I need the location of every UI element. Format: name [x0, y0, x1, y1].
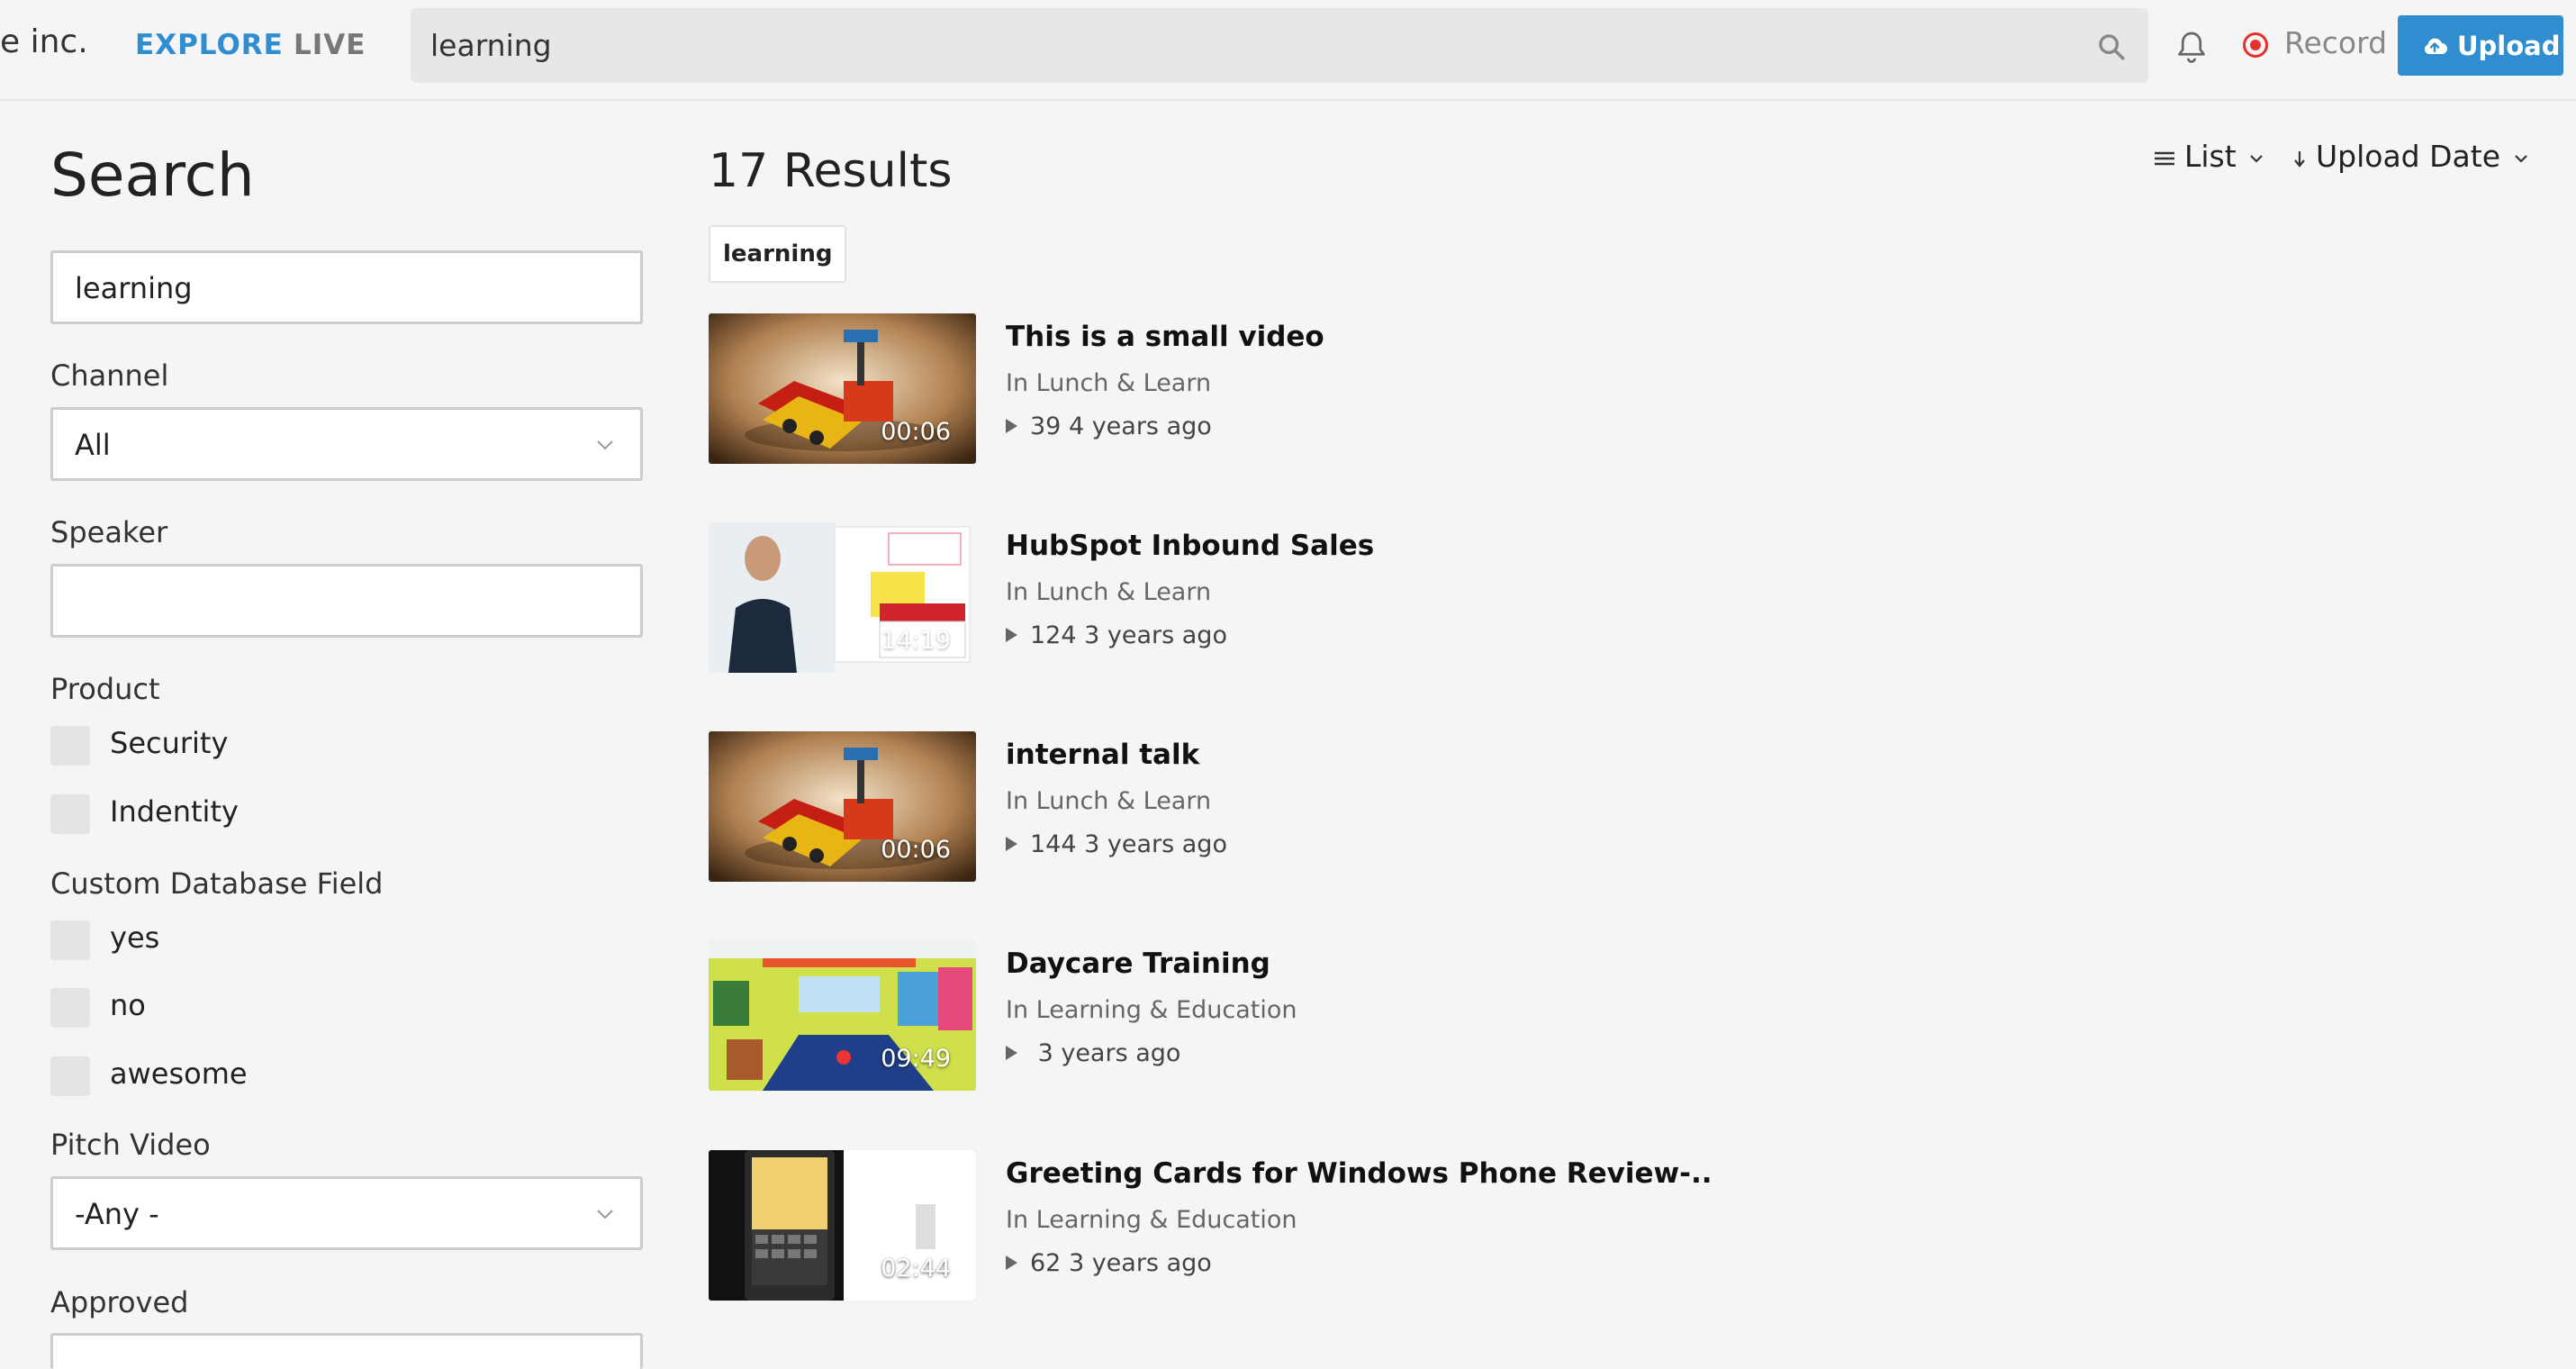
- results-count: 17 Results: [709, 144, 953, 198]
- checkbox-label-security[interactable]: Security: [110, 726, 228, 760]
- checkbox-label-yes[interactable]: yes: [110, 920, 159, 955]
- video-title[interactable]: This is a small video: [1006, 321, 1324, 353]
- product-label: Product: [50, 672, 160, 706]
- record-button[interactable]: Record: [2284, 25, 2387, 60]
- record-icon[interactable]: [2243, 32, 2268, 58]
- video-views-age: 3 years ago: [1030, 1039, 1181, 1067]
- cloud-upload-icon: [2424, 38, 2447, 54]
- video-thumbnail[interactable]: 09:49: [709, 940, 976, 1091]
- list-icon: [2155, 151, 2174, 165]
- pitch-video-label: Pitch Video: [50, 1128, 211, 1162]
- brand-logo-text[interactable]: e inc.: [0, 23, 88, 60]
- pitch-video-select[interactable]: -Any -: [50, 1176, 643, 1250]
- upload-button-label: Upload: [2457, 31, 2561, 61]
- video-channel[interactable]: In Learning & Education: [1006, 1206, 1297, 1234]
- video-channel[interactable]: In Lunch & Learn: [1006, 369, 1211, 397]
- video-meta: 124 3 years ago: [1006, 621, 1227, 649]
- video-title[interactable]: HubSpot Inbound Sales: [1006, 530, 1374, 562]
- sort-dropdown[interactable]: Upload Date: [2292, 139, 2537, 174]
- video-views-age: 39 4 years ago: [1030, 413, 1212, 440]
- video-views-age: 144 3 years ago: [1030, 830, 1227, 858]
- result-item[interactable]: 00:06 This is a small video In Lunch & L…: [709, 313, 2419, 467]
- global-search-input[interactable]: learning: [430, 28, 552, 63]
- upload-button[interactable]: Upload: [2398, 15, 2563, 76]
- video-title[interactable]: Greeting Cards for Windows Phone Review-…: [1006, 1157, 1713, 1190]
- sort-label: Upload Date: [2316, 139, 2500, 174]
- play-icon: [1006, 1046, 1017, 1060]
- video-meta: 3 years ago: [1006, 1039, 1180, 1067]
- chevron-down-icon: [597, 440, 613, 450]
- video-duration: 09:49: [881, 1045, 951, 1073]
- video-duration: 00:06: [881, 836, 951, 864]
- video-channel[interactable]: In Learning & Education: [1006, 996, 1297, 1024]
- chevron-down-icon: [2514, 154, 2527, 163]
- nav-explore[interactable]: EXPLORE: [135, 29, 284, 61]
- checkbox-awesome[interactable]: [50, 1056, 90, 1096]
- video-views-age: 62 3 years ago: [1030, 1249, 1212, 1277]
- channel-label: Channel: [50, 358, 169, 393]
- approved-label: Approved: [50, 1285, 189, 1319]
- checkbox-label-no[interactable]: no: [110, 988, 146, 1022]
- custom-field-label: Custom Database Field: [50, 866, 384, 901]
- play-icon: [1006, 628, 1017, 642]
- sidebar-title: Search: [50, 141, 255, 210]
- video-duration: 14:19: [881, 627, 951, 655]
- channel-select[interactable]: All: [50, 407, 643, 481]
- video-thumbnail[interactable]: 02:44: [709, 1150, 976, 1301]
- video-channel[interactable]: In Lunch & Learn: [1006, 578, 1211, 606]
- view-mode-label: List: [2184, 139, 2237, 174]
- video-thumbnail[interactable]: 14:19: [709, 522, 976, 673]
- video-views-age: 124 3 years ago: [1030, 621, 1227, 649]
- video-title[interactable]: Daycare Training: [1006, 947, 1270, 980]
- filter-chip[interactable]: learning: [709, 225, 847, 283]
- result-item[interactable]: 02:44 Greeting Cards for Windows Phone R…: [709, 1150, 2419, 1303]
- result-item[interactable]: 14:19 HubSpot Inbound Sales In Lunch & L…: [709, 522, 2419, 675]
- chevron-down-icon: [597, 1210, 613, 1219]
- speaker-input[interactable]: [50, 564, 643, 638]
- view-mode-dropdown[interactable]: List: [2154, 139, 2273, 174]
- bell-icon[interactable]: [2175, 29, 2208, 65]
- checkbox-yes[interactable]: [50, 920, 90, 960]
- sidebar-search-input[interactable]: learning: [50, 250, 643, 324]
- checkbox-label-indentity[interactable]: Indentity: [110, 794, 239, 829]
- video-channel[interactable]: In Lunch & Learn: [1006, 787, 1211, 815]
- global-search-bar[interactable]: learning: [411, 8, 2148, 83]
- video-duration: 02:44: [881, 1255, 951, 1283]
- result-item[interactable]: 00:06 internal talk In Lunch & Learn 144…: [709, 731, 2419, 884]
- result-item[interactable]: 09:49 Daycare Training In Learning & Edu…: [709, 940, 2419, 1093]
- pitch-video-value: -Any -: [75, 1197, 159, 1231]
- video-duration: 00:06: [881, 418, 951, 446]
- chevron-down-icon: [2250, 154, 2263, 163]
- video-title[interactable]: internal talk: [1006, 739, 1199, 771]
- approved-select[interactable]: [50, 1333, 643, 1369]
- play-icon: [1006, 1256, 1017, 1270]
- video-meta: 39 4 years ago: [1006, 413, 1212, 440]
- sidebar-search-value: learning: [75, 271, 193, 305]
- checkbox-label-awesome[interactable]: awesome: [110, 1056, 248, 1091]
- channel-select-value: All: [75, 428, 111, 462]
- checkbox-security[interactable]: [50, 726, 90, 766]
- nav-live[interactable]: LIVE: [294, 29, 366, 61]
- search-icon[interactable]: [2096, 32, 2127, 62]
- checkbox-indentity[interactable]: [50, 794, 90, 834]
- top-bar: e inc. EXPLORE LIVE learning Record Uplo…: [0, 0, 2576, 101]
- video-thumbnail[interactable]: 00:06: [709, 313, 976, 464]
- arrow-down-icon: [2294, 150, 2305, 168]
- speaker-label: Speaker: [50, 515, 168, 549]
- video-meta: 144 3 years ago: [1006, 830, 1227, 858]
- play-icon: [1006, 837, 1017, 851]
- play-icon: [1006, 419, 1017, 433]
- checkbox-no[interactable]: [50, 988, 90, 1028]
- video-thumbnail[interactable]: 00:06: [709, 731, 976, 882]
- video-meta: 62 3 years ago: [1006, 1249, 1212, 1277]
